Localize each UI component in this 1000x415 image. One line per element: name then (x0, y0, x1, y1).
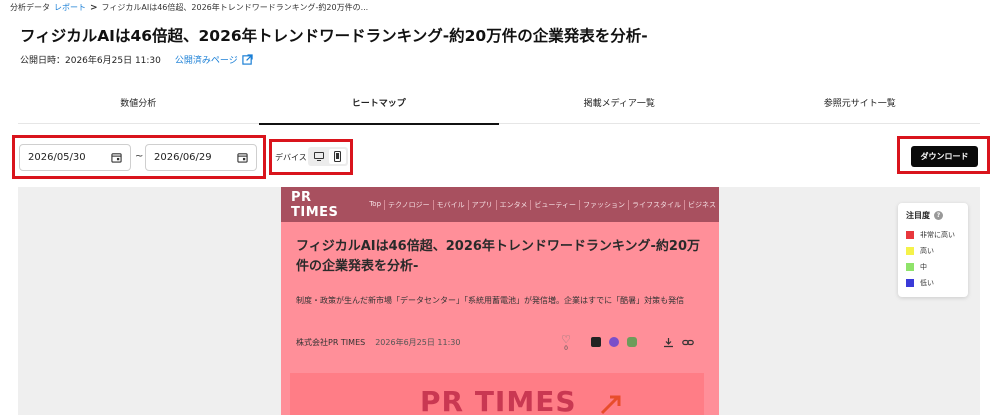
arrow-icon (600, 395, 621, 415)
calendar-icon[interactable] (111, 152, 122, 163)
help-icon[interactable]: ? (934, 211, 943, 220)
legend-item: 中 (906, 259, 960, 275)
breadcrumb-item-analysis[interactable]: 分析データ (10, 2, 50, 13)
page-title: フィジカルAIは46倍超、2026年トレンドワードランキング-約20万件の企業発… (20, 27, 648, 45)
like-count: 0 (564, 345, 568, 352)
like-button[interactable]: ♡ 0 (561, 333, 571, 352)
breadcrumb-item-report[interactable]: レポート (54, 2, 86, 13)
legend-item: 非常に高い (906, 227, 960, 243)
heart-icon: ♡ (561, 333, 571, 346)
facebook-share-icon[interactable] (609, 337, 619, 347)
nav-item[interactable]: テクノロジー (384, 199, 433, 210)
mobile-icon (334, 151, 341, 162)
nav-item[interactable]: モバイル (432, 199, 468, 210)
legend-item: 低い (906, 275, 960, 291)
legend-swatch-medium (906, 263, 914, 271)
published-page-link[interactable]: 公開済みページ (175, 53, 253, 66)
article-tools (663, 337, 694, 348)
nav-item[interactable]: ビジネス (684, 199, 719, 210)
nav-item[interactable]: ライフスタイル (628, 199, 684, 210)
tab-heatmap[interactable]: ヒートマップ (258, 92, 500, 125)
date-range-separator: ~ (135, 151, 144, 162)
tab-media-list[interactable]: 掲載メディア一覧 (499, 92, 740, 123)
prtimes-logo[interactable]: PR TIMES (291, 190, 354, 220)
article-main-image: PR TIMES (290, 373, 704, 415)
date-to-value: 2026/06/29 (154, 152, 212, 163)
article-meta: 株式会社PR TIMES 2026年6月25日 11:30 (296, 337, 460, 348)
legend-label: 非常に高い (920, 231, 955, 239)
legend-label: 低い (920, 279, 934, 287)
nav-item[interactable]: アプリ (467, 199, 496, 210)
link-icon[interactable] (682, 337, 694, 348)
legend-swatch-high (906, 247, 914, 255)
tab-numeric-analysis[interactable]: 数値分析 (18, 92, 259, 123)
article-title: フィジカルAIは46倍超、2026年トレンドワードランキング-約20万件の企業発… (296, 239, 701, 274)
download-button[interactable]: ダウンロード (911, 146, 978, 167)
breadcrumb: 分析データ レポート > フィジカルAIは46倍超、2026年トレンドワードラン… (10, 2, 368, 13)
date-from-value: 2026/05/30 (28, 152, 86, 163)
legend-item: 高い (906, 243, 960, 259)
heatmap-preview: PR TIMES Top テクノロジー モバイル アプリ エンタメ ビューティー… (18, 187, 980, 415)
device-toggle (308, 147, 348, 166)
legend-swatch-low (906, 279, 914, 287)
article-lead: 制度・政策が生んだ新市場「データセンター」「系統用蓄電池」が発信増。企業はすでに… (296, 296, 685, 305)
legend-label: 中 (920, 263, 927, 271)
date-to-field[interactable]: 2026/06/29 (145, 144, 257, 171)
nav-item[interactable]: ファッション (579, 199, 628, 210)
article-company[interactable]: 株式会社PR TIMES (296, 337, 365, 348)
device-mobile-button[interactable] (329, 149, 346, 164)
article-date: 2026年6月25日 11:30 (375, 338, 461, 347)
tab-referrer-list[interactable]: 参照元サイト一覧 (740, 92, 981, 123)
breadcrumb-item-current: フィジカルAIは46倍超、2026年トレンドワードランキング-約20万件の... (101, 3, 369, 12)
article-nav: Top テクノロジー モバイル アプリ エンタメ ビューティー ファッション ラ… (366, 199, 719, 210)
publish-meta: 公開日時：2026年6月25日 11:30 公開済みページ (20, 53, 253, 66)
published-page-link-label: 公開済みページ (174, 56, 238, 66)
article-header: PR TIMES Top テクノロジー モバイル アプリ エンタメ ビューティー… (281, 187, 719, 222)
nav-item[interactable]: エンタメ (495, 199, 531, 210)
legend-label: 高い (920, 247, 934, 255)
legend-title: 注目度 ? (906, 210, 960, 221)
image-prtimes-logo: PR TIMES (420, 385, 577, 415)
desktop-icon (313, 152, 324, 161)
download-icon[interactable] (663, 337, 674, 348)
device-desktop-button[interactable] (310, 149, 327, 164)
nav-item[interactable]: Top (366, 200, 384, 210)
article-preview: PR TIMES Top テクノロジー モバイル アプリ エンタメ ビューティー… (281, 187, 719, 415)
nav-item[interactable]: ビューティー (530, 199, 579, 210)
legend-title-label: 注目度 (906, 211, 930, 220)
line-share-icon[interactable] (627, 337, 637, 347)
heatmap-legend: 注目度 ? 非常に高い 高い 中 低い (898, 203, 968, 297)
external-link-icon (242, 54, 253, 65)
published-datetime: 公開日時：2026年6月25日 11:30 (20, 56, 161, 66)
calendar-icon[interactable] (237, 152, 248, 163)
device-label: デバイス (275, 153, 307, 162)
date-from-field[interactable]: 2026/05/30 (19, 144, 131, 171)
tab-bar: 数値分析 ヒートマップ 掲載メディア一覧 参照元サイト一覧 (18, 92, 981, 125)
chevron-right-icon: > (90, 2, 98, 13)
social-share (591, 337, 637, 347)
x-share-icon[interactable] (591, 337, 601, 347)
legend-swatch-very-high (906, 231, 914, 239)
